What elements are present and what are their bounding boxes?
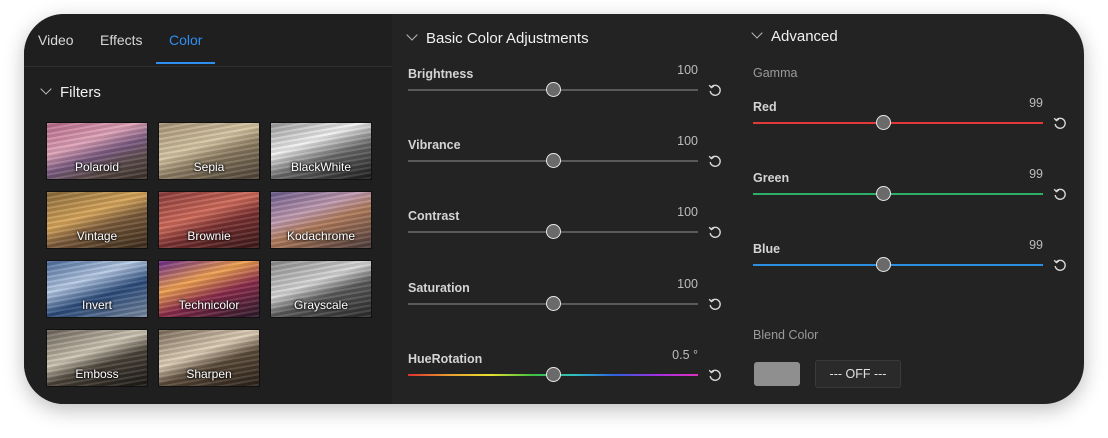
reset-icon[interactable] bbox=[708, 83, 722, 97]
saturation-slider-handle[interactable] bbox=[545, 296, 561, 311]
gamma-blue-slider-handle[interactable] bbox=[876, 257, 891, 272]
saturation-label: Saturation bbox=[408, 281, 470, 295]
filter-label: Kodachrome bbox=[286, 229, 356, 243]
tab-bar: Video Effects Color bbox=[24, 14, 392, 67]
reset-icon[interactable] bbox=[1053, 187, 1067, 201]
filter-label: Brownie bbox=[187, 229, 231, 243]
filter-technicolor[interactable]: Technicolor bbox=[158, 260, 260, 318]
filter-sharpen[interactable]: Sharpen bbox=[158, 329, 260, 387]
gamma-green-slider-handle[interactable] bbox=[876, 186, 891, 201]
chevron-down-icon bbox=[40, 83, 52, 95]
basic-adjustments-column: Basic Color Adjustments Brightness 100 Vib… bbox=[392, 14, 732, 404]
left-column: Video Effects Color Filters Polaroid Sepi… bbox=[24, 14, 392, 404]
reset-icon[interactable] bbox=[708, 225, 722, 239]
basic-adjustments-header[interactable]: Basic Color Adjustments bbox=[406, 29, 589, 47]
filter-polaroid[interactable]: Polaroid bbox=[46, 122, 148, 180]
filter-label: Grayscale bbox=[293, 298, 349, 312]
reset-icon[interactable] bbox=[708, 368, 722, 382]
filter-label: Polaroid bbox=[74, 160, 120, 174]
gamma-red-track[interactable] bbox=[753, 122, 1043, 124]
gamma-red-slider-handle[interactable] bbox=[876, 115, 891, 130]
brightness-value: 100 bbox=[677, 63, 698, 77]
blend-color-label: Blend Color bbox=[753, 328, 819, 342]
filter-sepia[interactable]: Sepia bbox=[158, 122, 260, 180]
reset-icon[interactable] bbox=[708, 297, 722, 311]
gamma-green-track[interactable] bbox=[753, 193, 1043, 195]
gamma-blue-value: 99 bbox=[1029, 238, 1043, 252]
huerotation-slider-handle[interactable] bbox=[545, 367, 561, 382]
contrast-value: 100 bbox=[677, 205, 698, 219]
basic-adjustments-title: Basic Color Adjustments bbox=[426, 30, 589, 47]
filter-invert[interactable]: Invert bbox=[46, 260, 148, 318]
filter-label: Invert bbox=[81, 298, 112, 312]
advanced-title: Advanced bbox=[771, 28, 838, 45]
vibrance-slider-handle[interactable] bbox=[545, 153, 561, 168]
filter-emboss[interactable]: Emboss bbox=[46, 329, 148, 387]
brightness-slider-handle[interactable] bbox=[545, 82, 561, 97]
reset-icon[interactable] bbox=[708, 154, 722, 168]
gamma-red-label: Red bbox=[753, 100, 777, 114]
reset-icon[interactable] bbox=[1053, 116, 1067, 130]
gamma-label: Gamma bbox=[753, 66, 798, 80]
filter-blackwhite[interactable]: BlackWhite bbox=[270, 122, 372, 180]
tab-effects[interactable]: Effects bbox=[100, 32, 143, 48]
huerotation-value: 0.5 ° bbox=[672, 348, 698, 362]
filter-label: Vintage bbox=[76, 229, 118, 243]
reset-icon[interactable] bbox=[1053, 258, 1067, 272]
color-editor-panel: Video Effects Color Filters Polaroid Sepi… bbox=[24, 14, 1084, 404]
filter-label: Sharpen bbox=[186, 367, 232, 381]
filter-grayscale[interactable]: Grayscale bbox=[270, 260, 372, 318]
tab-video[interactable]: Video bbox=[38, 32, 74, 48]
blend-off-button[interactable]: --- OFF --- bbox=[815, 360, 901, 388]
contrast-slider-handle[interactable] bbox=[545, 224, 561, 239]
gamma-red-value: 99 bbox=[1029, 96, 1043, 110]
contrast-label: Contrast bbox=[408, 209, 460, 223]
saturation-value: 100 bbox=[677, 277, 698, 291]
filter-label: Emboss bbox=[75, 367, 119, 381]
filters-header[interactable]: Filters bbox=[40, 83, 101, 101]
advanced-header[interactable]: Advanced bbox=[751, 27, 838, 45]
filters-title: Filters bbox=[60, 84, 101, 101]
filter-label: Sepia bbox=[193, 160, 225, 174]
blend-color-swatch[interactable] bbox=[754, 362, 800, 386]
tab-color[interactable]: Color bbox=[169, 32, 202, 48]
gamma-blue-track[interactable] bbox=[753, 264, 1043, 266]
vibrance-label: Vibrance bbox=[408, 138, 461, 152]
gamma-green-value: 99 bbox=[1029, 167, 1043, 181]
filter-brownie[interactable]: Brownie bbox=[158, 191, 260, 249]
gamma-blue-label: Blue bbox=[753, 242, 781, 256]
filter-vintage[interactable]: Vintage bbox=[46, 191, 148, 249]
gamma-green-label: Green bbox=[753, 171, 790, 185]
active-tab-indicator bbox=[156, 62, 215, 64]
brightness-label: Brightness bbox=[408, 67, 474, 81]
chevron-down-icon bbox=[751, 27, 763, 39]
filter-label: BlackWhite bbox=[290, 160, 352, 174]
vibrance-value: 100 bbox=[677, 134, 698, 148]
filter-label: Technicolor bbox=[178, 298, 240, 312]
advanced-column: Advanced Gamma Red 99 Green 99 Blue 99 Blend … bbox=[736, 14, 1076, 404]
filter-kodachrome[interactable]: Kodachrome bbox=[270, 191, 372, 249]
chevron-down-icon bbox=[406, 29, 418, 41]
huerotation-label: HueRotation bbox=[408, 352, 483, 366]
